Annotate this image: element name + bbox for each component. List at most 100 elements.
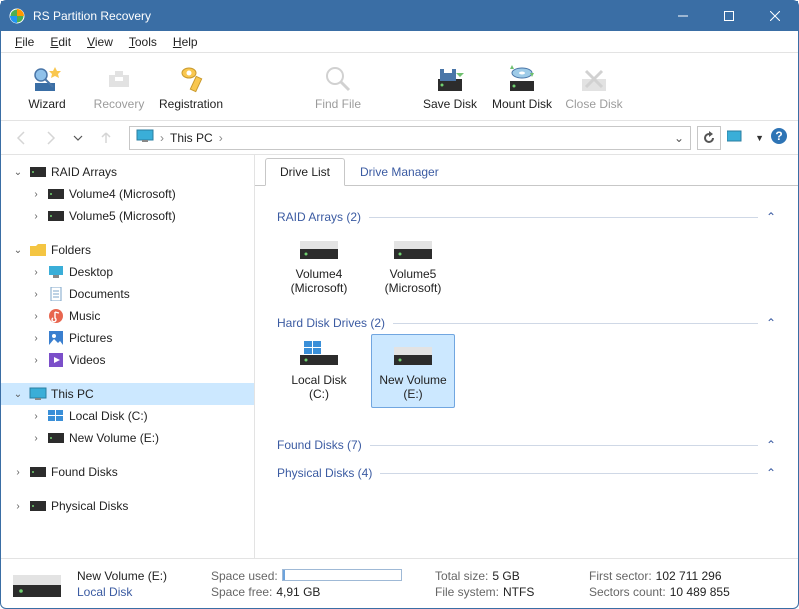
expander-right-icon[interactable]: › [29,189,43,200]
expander-down-icon[interactable]: ⌄ [11,167,25,178]
view-mode-dropdown-icon[interactable]: ▼ [755,133,764,143]
address-bar[interactable]: › This PC › ⌄ [129,126,691,150]
item-volume5[interactable]: Volume5 (Microsoft) [371,228,455,302]
expander-right-icon[interactable]: › [29,355,43,366]
chevron-up-icon[interactable]: ⌃ [766,210,776,224]
pictures-icon [47,331,65,345]
tab-drive-manager[interactable]: Drive Manager [345,158,454,186]
pc-icon [136,129,154,146]
help-button[interactable]: ? [770,127,788,148]
folder-icon [29,244,47,256]
expander-right-icon[interactable]: › [29,311,43,322]
tab-drive-list[interactable]: Drive List [265,158,345,186]
menu-edit[interactable]: Edit [42,33,79,51]
refresh-button[interactable] [697,126,721,150]
expander-down-icon[interactable]: ⌄ [11,389,25,400]
group-physical-disks[interactable]: Physical Disks (4) ⌃ [277,466,776,480]
tree-music[interactable]: › Music [1,305,254,327]
tree-this-pc[interactable]: ⌄ This PC [1,383,254,405]
nav-back-button [11,127,33,149]
closedisk-label: Close Disk [565,97,622,111]
expander-right-icon[interactable]: › [29,433,43,444]
findfile-icon [322,63,354,95]
expander-right-icon[interactable]: › [29,211,43,222]
expander-right-icon[interactable]: › [11,501,25,512]
expander-right-icon[interactable]: › [11,467,25,478]
wizard-icon [31,63,63,95]
tree-physical-disks[interactable]: › Physical Disks [1,495,254,517]
item-new-volume-e[interactable]: New Volume (E:) [371,334,455,408]
item-name: Volume5 [390,267,437,281]
status-volume-type: Local Disk [77,585,197,599]
window-title: RS Partition Recovery [33,9,660,23]
group-raid-arrays[interactable]: RAID Arrays (2) ⌃ [277,210,776,224]
tree-desktop[interactable]: › Desktop [1,261,254,283]
space-used-progress [282,569,402,581]
tree-local-disk-c[interactable]: › Local Disk (C:) [1,405,254,427]
tree-label: Folders [51,243,91,257]
expander-down-icon[interactable]: ⌄ [11,245,25,256]
mountdisk-label: Mount Disk [492,97,552,111]
tree-label: Documents [69,287,130,301]
tree-pictures[interactable]: › Pictures [1,327,254,349]
item-sub: (Microsoft) [385,281,442,295]
expander-right-icon[interactable]: › [29,333,43,344]
svg-text:?: ? [775,129,782,143]
expander-right-icon[interactable]: › [29,267,43,278]
mountdisk-icon [506,63,538,95]
status-space-free-label: Space free: [211,585,272,599]
recovery-button: Recovery [83,57,155,117]
item-sub: (Microsoft) [291,281,348,295]
drive-icon [47,211,65,221]
savedisk-button[interactable]: Save Disk [414,57,486,117]
pc-icon [29,387,47,401]
nav-history-dropdown[interactable] [67,127,89,149]
chevron-up-icon[interactable]: ⌃ [766,466,776,480]
tree-documents[interactable]: › Documents [1,283,254,305]
mountdisk-button[interactable]: Mount Disk [486,57,558,117]
closedisk-icon [578,63,610,95]
menu-help[interactable]: Help [165,33,206,51]
tree-label: Volume4 (Microsoft) [69,187,176,201]
app-icon [9,8,25,24]
nav-forward-button [39,127,61,149]
tree-videos[interactable]: › Videos [1,349,254,371]
statusbar: New Volume (E:) Local Disk Space used: S… [1,558,798,608]
chevron-up-icon[interactable]: ⌃ [766,438,776,452]
group-label: Found Disks (7) [277,438,362,452]
menu-file[interactable]: File [7,33,42,51]
wizard-button[interactable]: Wizard [11,57,83,117]
tree-new-volume-e[interactable]: › New Volume (E:) [1,427,254,449]
tree-raid-vol4[interactable]: › Volume4 (Microsoft) [1,183,254,205]
item-volume4[interactable]: Volume4 (Microsoft) [277,228,361,302]
group-label: Hard Disk Drives (2) [277,316,385,330]
findfile-button: Find File [302,57,374,117]
registration-button[interactable]: Registration [155,57,227,117]
minimize-button[interactable] [660,1,706,31]
tree-label: Physical Disks [51,499,128,513]
sidebar-tree[interactable]: ⌄ RAID Arrays › Volume4 (Microsoft) › Vo… [1,155,255,558]
tree-label: Pictures [69,331,112,345]
drive-icon [29,501,47,511]
maximize-button[interactable] [706,1,752,31]
tree-raid-arrays[interactable]: ⌄ RAID Arrays [1,161,254,183]
status-space-free-value: 4,91 GB [276,585,320,599]
item-local-disk-c[interactable]: Local Disk (C:) [277,334,361,408]
expander-right-icon[interactable]: › [29,411,43,422]
tree-folders[interactable]: ⌄ Folders [1,239,254,261]
expander-right-icon[interactable]: › [29,289,43,300]
menu-view[interactable]: View [79,33,121,51]
address-chevron: › [160,131,164,145]
drive-icon [29,467,47,477]
view-mode-button[interactable] [727,129,749,146]
group-hard-disk-drives[interactable]: Hard Disk Drives (2) ⌃ [277,316,776,330]
tree-raid-vol5[interactable]: › Volume5 (Microsoft) [1,205,254,227]
close-button[interactable] [752,1,798,31]
wizard-label: Wizard [28,97,65,111]
tree-found-disks[interactable]: › Found Disks [1,461,254,483]
menu-tools[interactable]: Tools [121,33,165,51]
group-found-disks[interactable]: Found Disks (7) ⌃ [277,438,776,452]
address-dropdown-icon[interactable]: ⌄ [674,131,684,145]
chevron-up-icon[interactable]: ⌃ [766,316,776,330]
savedisk-icon [434,63,466,95]
